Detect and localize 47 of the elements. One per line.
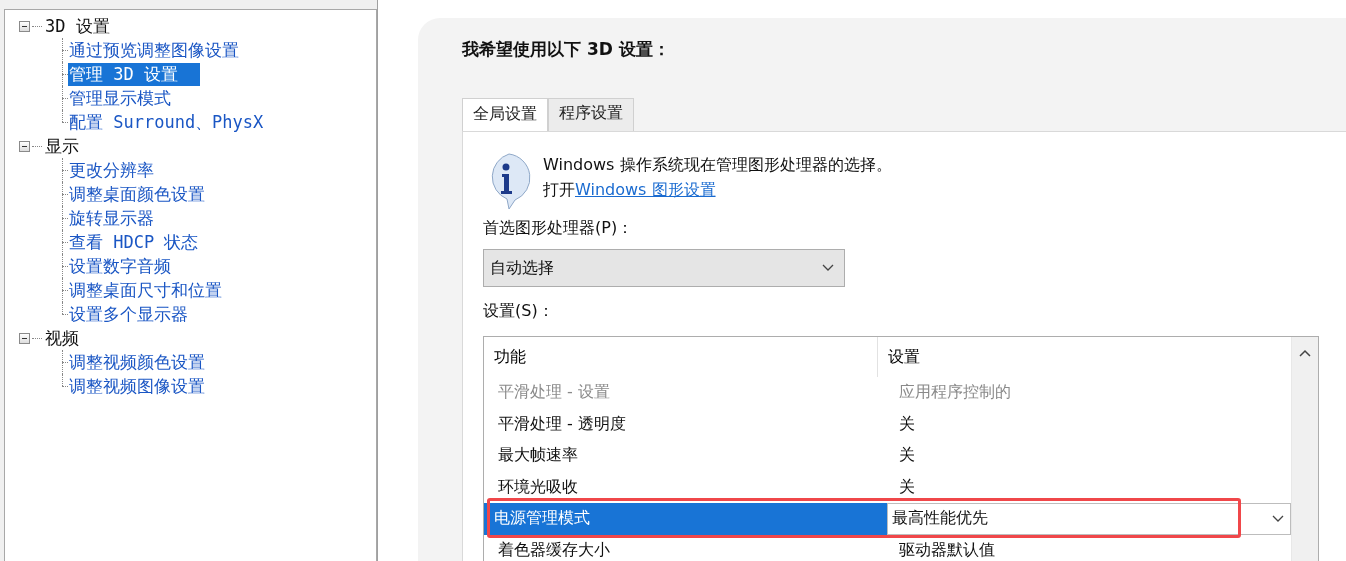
scroll-up-icon[interactable]: [1299, 349, 1311, 357]
tree-item[interactable]: 更改分辨率: [68, 158, 155, 182]
tree-item[interactable]: 管理显示模式: [68, 86, 172, 110]
chevron-down-icon: [822, 264, 834, 272]
tree-item[interactable]: 调整视频颜色设置: [68, 350, 206, 374]
field-label: 首选图形处理器(P)：: [483, 218, 635, 239]
tree-item[interactable]: 查看 HDCP 状态: [68, 230, 200, 254]
value-cell: 关: [899, 476, 915, 498]
dropdown-value: 自动选择: [490, 257, 554, 279]
value-cell: 关: [899, 445, 915, 467]
feature-cell: 平滑处理 - 透明度: [498, 413, 626, 435]
value-cell: 应用程序控制的: [899, 382, 1011, 404]
feature-cell: 着色器缓存大小: [498, 539, 610, 561]
tree-category[interactable]: 显示: [44, 134, 80, 158]
tree-item[interactable]: 设置数字音频: [68, 254, 172, 278]
selected-row-cell[interactable]: 电源管理模式: [484, 503, 887, 535]
value-cell: 驱动器默认值: [899, 539, 995, 561]
feature-cell: 环境光吸收: [498, 476, 578, 498]
settings-link[interactable]: Windows 图形设置: [575, 180, 716, 199]
feature-cell: 最大帧速率: [498, 445, 578, 467]
tree-item[interactable]: 管理 3D 设置: [68, 62, 200, 86]
column-header[interactable]: 设置: [878, 346, 920, 368]
collapse-icon[interactable]: [19, 20, 30, 32]
scrollbar[interactable]: [1291, 337, 1318, 561]
tree-item[interactable]: 旋转显示器: [68, 206, 155, 230]
tree-item[interactable]: 调整视频图像设置: [68, 374, 206, 398]
tree-item[interactable]: 调整桌面尺寸和位置: [68, 278, 223, 302]
chevron-down-icon: [1272, 514, 1284, 523]
tree-category[interactable]: 3D 设置: [44, 14, 111, 38]
tree-item[interactable]: 通过预览调整图像设置: [68, 38, 240, 62]
tree-category[interactable]: 视频: [44, 326, 80, 350]
feature-cell: 平滑处理 - 设置: [498, 382, 610, 404]
tree-item[interactable]: 调整桌面颜色设置: [68, 182, 206, 206]
section-title: 我希望使用以下 3D 设置：: [462, 38, 671, 60]
collapse-icon[interactable]: [19, 332, 30, 344]
tree-item[interactable]: 设置多个显示器: [68, 302, 189, 326]
value-dropdown[interactable]: 最高性能优先: [887, 503, 1291, 535]
tab[interactable]: 全局设置: [462, 98, 548, 131]
tree-item[interactable]: 配置 Surround、PhysX: [68, 110, 265, 134]
tab[interactable]: 程序设置: [548, 98, 634, 131]
info-link-line: 打开Windows 图形设置: [543, 179, 717, 201]
info-message: Windows 操作系统现在管理图形处理器的选择。: [543, 154, 892, 176]
value-cell: 关: [899, 413, 915, 435]
collapse-icon[interactable]: [19, 140, 30, 152]
column-header[interactable]: 功能: [484, 346, 526, 366]
field-label: 设置(S)：: [483, 301, 555, 322]
gpu-dropdown[interactable]: 自动选择: [483, 249, 845, 287]
